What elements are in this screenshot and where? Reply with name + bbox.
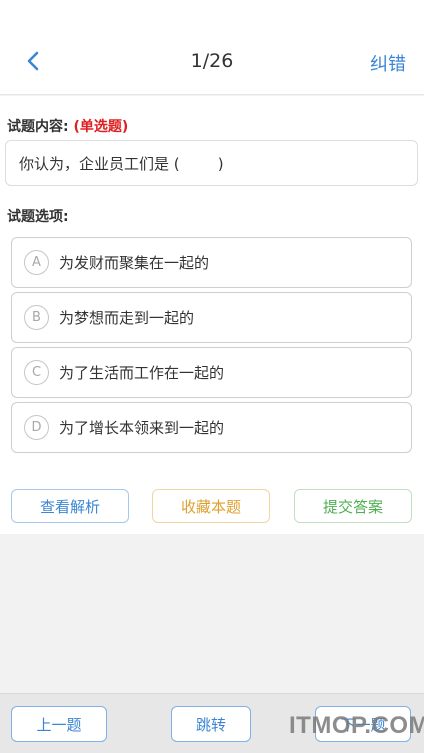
option-letter-circle: B [24, 305, 49, 330]
option-letter-circle: A [24, 250, 49, 275]
option-text: 为了增长本领来到一起的 [59, 419, 225, 437]
option-text: 为发财而聚集在一起的 [59, 254, 210, 272]
options-label: 试题选项: [7, 209, 69, 225]
app-header: 1/26 纠错 [0, 0, 424, 95]
option-text: 为梦想而走到一起的 [59, 309, 195, 327]
view-analysis-button[interactable]: 查看解析 [11, 489, 129, 523]
question-panel: 试题内容: (单选题) 你认为，企业员工们是 ( ) 试题选项: A 为发财而聚… [0, 96, 424, 478]
favorite-button[interactable]: 收藏本题 [152, 489, 270, 523]
bottom-nav-bar: 上一题 跳转 下一题 [0, 693, 424, 753]
action-bar: 查看解析 收藏本题 提交答案 [0, 478, 424, 534]
option-letter-circle: C [24, 360, 49, 385]
option-letter-circle: D [24, 415, 49, 440]
content-label-row: 试题内容: (单选题) [7, 116, 128, 136]
submit-answer-button[interactable]: 提交答案 [294, 489, 412, 523]
option-text: 为了生活而工作在一起的 [59, 364, 225, 382]
content-label: 试题内容: [7, 119, 69, 135]
question-text: 你认为，企业员工们是 ( ) [5, 140, 418, 186]
option-b[interactable]: B 为梦想而走到一起的 [11, 292, 412, 343]
option-c[interactable]: C 为了生活而工作在一起的 [11, 347, 412, 398]
next-question-button[interactable]: 下一题 [315, 706, 411, 742]
page-counter: 1/26 [190, 50, 234, 72]
prev-question-button[interactable]: 上一题 [11, 706, 107, 742]
option-d[interactable]: D 为了增长本领来到一起的 [11, 402, 412, 453]
option-a[interactable]: A 为发财而聚集在一起的 [11, 237, 412, 288]
jump-button[interactable]: 跳转 [171, 706, 251, 742]
question-type-tag: (单选题) [73, 119, 129, 135]
report-error-button[interactable]: 纠错 [370, 50, 406, 76]
